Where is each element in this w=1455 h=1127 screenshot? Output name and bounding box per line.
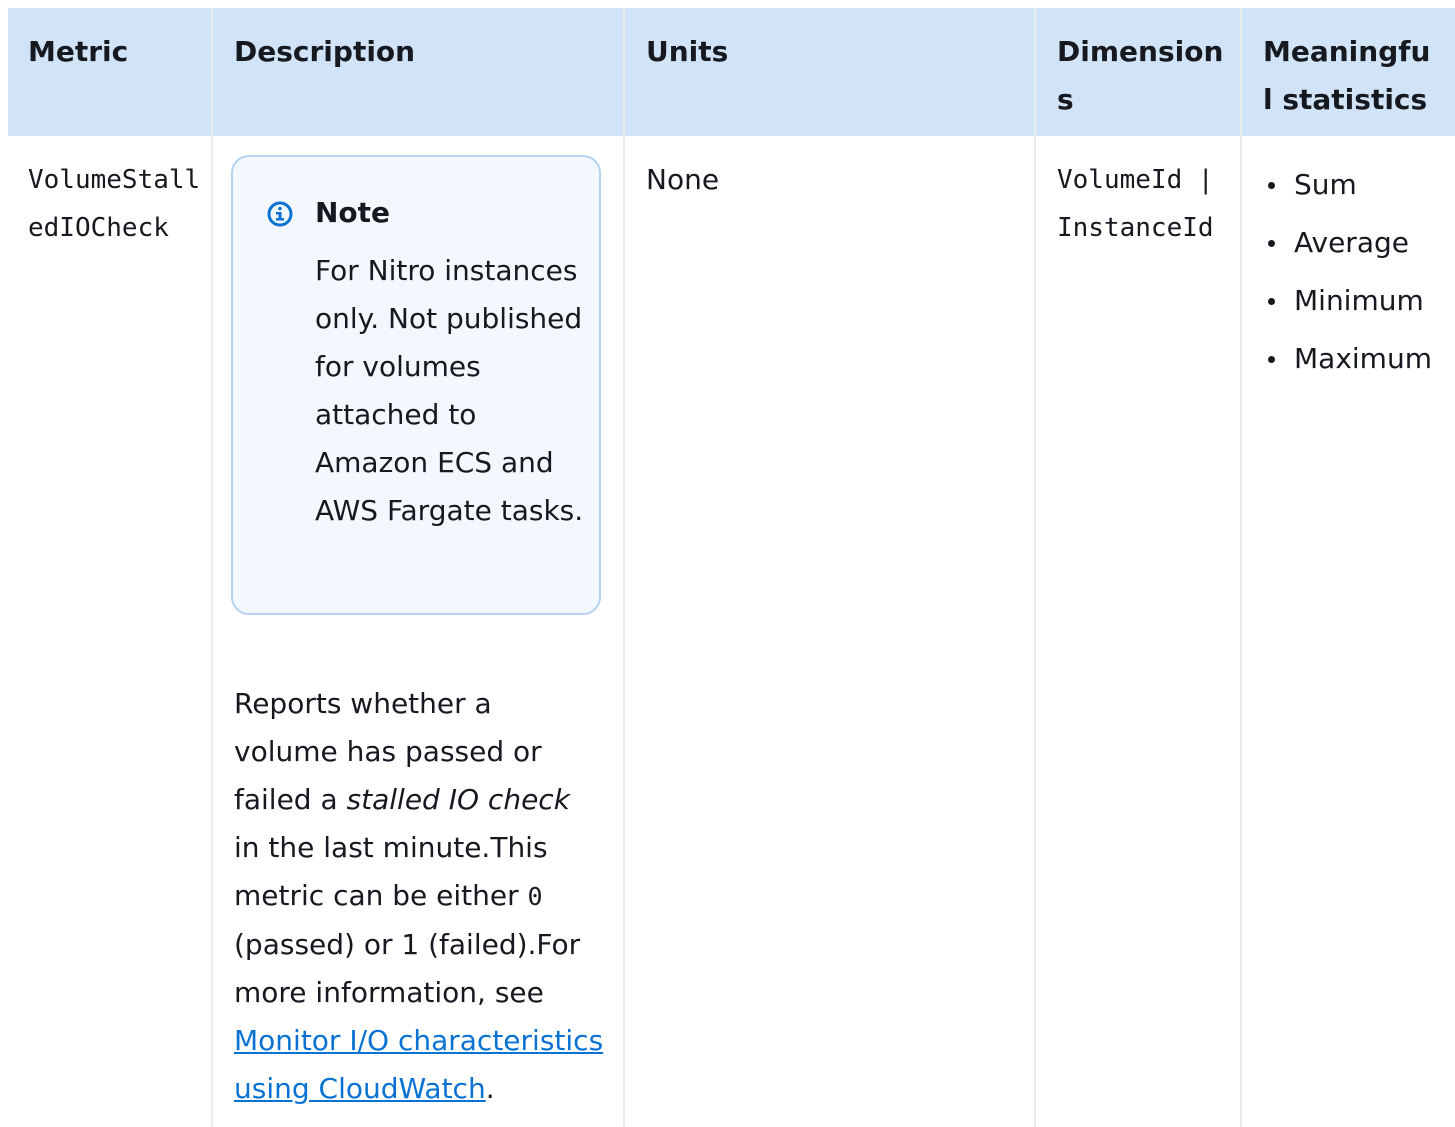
metric-name: VolumeStalledIOCheck — [28, 165, 201, 243]
list-item: Average — [1264, 214, 1432, 272]
list-item: Minimum — [1264, 272, 1432, 330]
column-divider — [1034, 8, 1036, 1127]
list-item: Maximum — [1264, 330, 1432, 388]
note-callout: Note For Nitro instances only. Not publi… — [231, 155, 601, 615]
header-description: Description — [234, 35, 416, 68]
table-header-row: Metric Description Units Dimensions Mean… — [8, 8, 1455, 136]
description-text: . — [485, 1072, 495, 1105]
description-text: (passed) or 1 (failed).For more informat… — [234, 928, 581, 1009]
note-title: Note — [315, 196, 391, 229]
column-divider — [211, 8, 213, 1127]
statistics-list: Sum Average Minimum Maximum — [1264, 156, 1432, 388]
description-code: 0 — [527, 882, 543, 911]
header-dimensions: Dimensions — [1057, 35, 1224, 116]
header-units: Units — [646, 35, 729, 68]
column-divider — [1240, 8, 1242, 1127]
metrics-table: Metric Description Units Dimensions Mean… — [8, 8, 1455, 1127]
header-metric: Metric — [28, 35, 129, 68]
info-circle-icon — [267, 201, 293, 227]
dimensions-value: VolumeId | InstanceId — [1057, 165, 1214, 243]
description-emphasis: stalled IO check — [346, 783, 570, 816]
list-item: Sum — [1264, 156, 1432, 214]
header-statistics: Meaningful statistics — [1263, 35, 1431, 116]
description-text: in the last minute.This metric can be ei… — [234, 831, 548, 912]
units-value: None — [646, 163, 720, 196]
monitor-io-link[interactable]: Monitor I/O characteristics using CloudW… — [234, 1024, 603, 1105]
column-divider — [623, 8, 625, 1127]
metric-description: Reports whether a volume has passed or f… — [234, 680, 604, 1113]
note-body: For Nitro instances only. Not published … — [315, 254, 584, 527]
